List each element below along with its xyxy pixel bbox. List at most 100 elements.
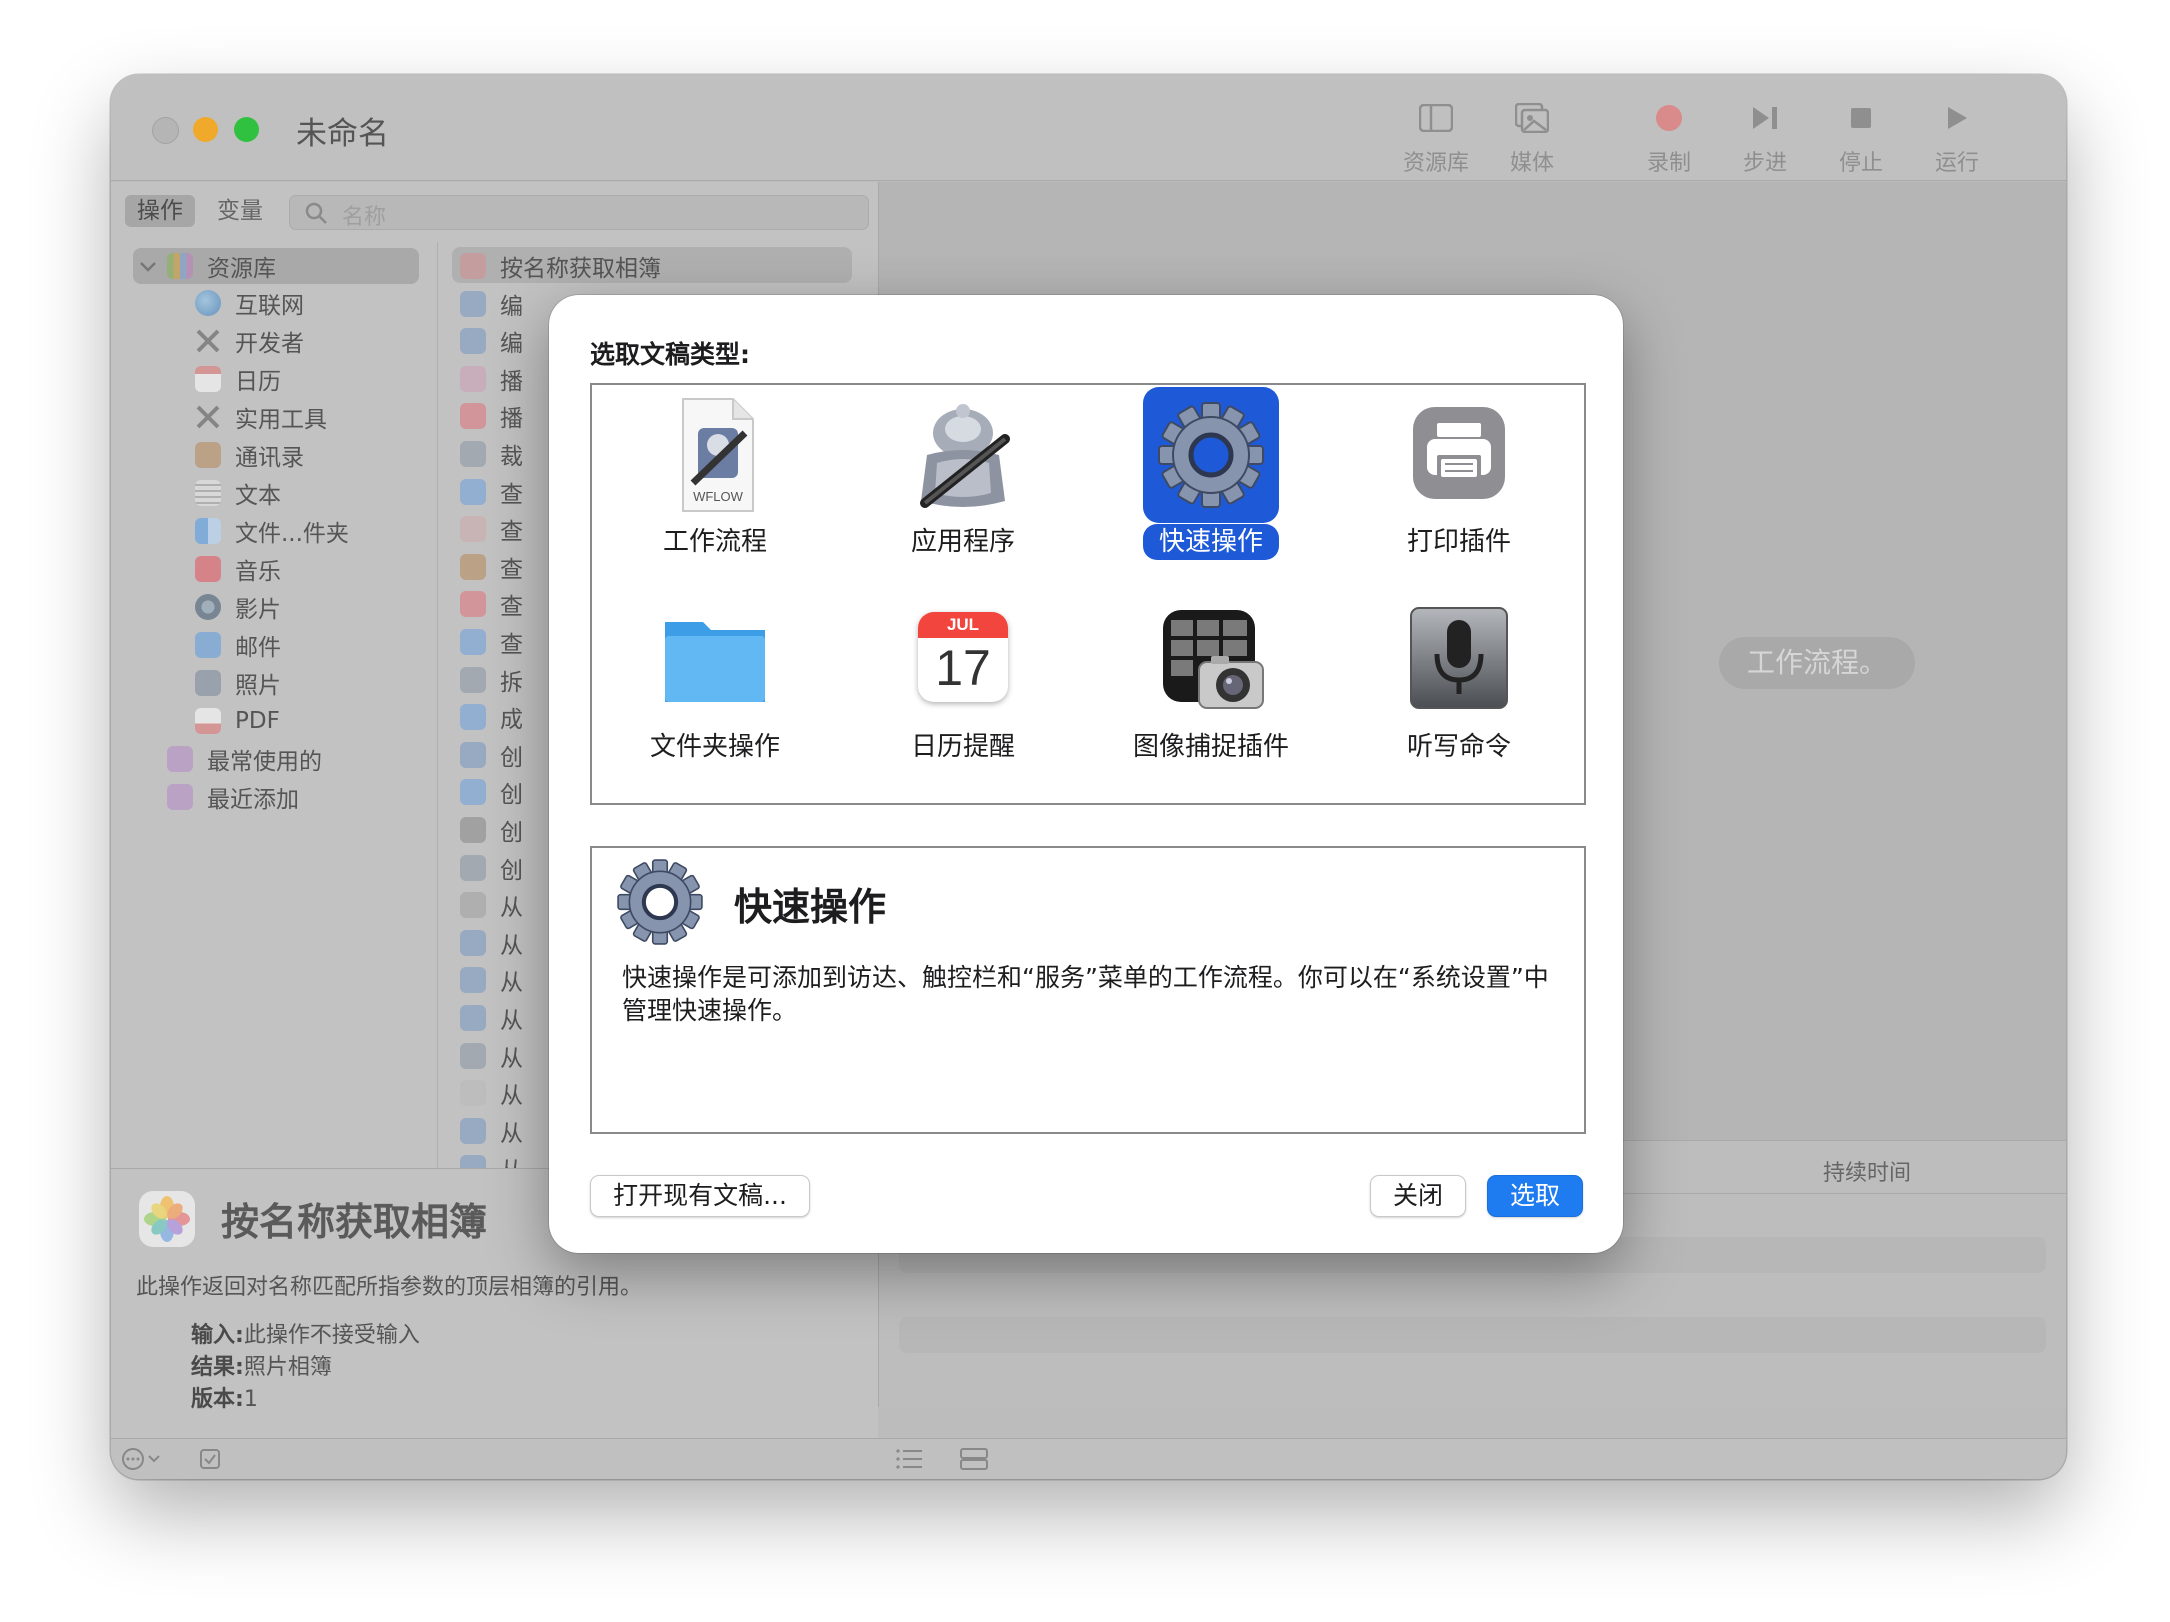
library-root[interactable]: 资源库 [139, 248, 276, 284]
chevron-down-icon [139, 253, 159, 279]
minimize-window-button[interactable] [193, 117, 218, 142]
action-icon [460, 666, 486, 693]
sidebar-item-files-folders[interactable]: 文件...件夹 [195, 513, 349, 549]
action-list-item[interactable]: 裁 [460, 436, 523, 472]
more-options-icon[interactable] [121, 1447, 161, 1475]
action-list-item[interactable]: 播 [460, 361, 523, 397]
action-list-item[interactable]: 从 [460, 925, 523, 961]
type-quick-action[interactable]: 快速操作 [1088, 385, 1334, 575]
action-label: 查 [500, 594, 523, 621]
close-window-button[interactable] [152, 117, 179, 144]
type-detail-title: 快速操作 [734, 885, 887, 929]
action-list-item[interactable]: 查 [460, 474, 523, 510]
close-button[interactable]: 关闭 [1370, 1175, 1466, 1217]
sidebar-item-pdf[interactable]: PDF [195, 703, 280, 739]
action-list-item[interactable]: 按名称获取相簿 [460, 248, 661, 284]
type-calendar-alarm[interactable]: JUL 17 日历提醒 [840, 590, 1086, 780]
zoom-window-button[interactable] [234, 117, 259, 142]
type-label: 听写命令 [1406, 732, 1511, 762]
sidebar-item-label: 最近添加 [207, 787, 299, 813]
action-icon [460, 290, 486, 317]
sidebar-item-recently-added[interactable]: 最近添加 [167, 779, 299, 815]
action-list-item[interactable]: 创 [460, 812, 523, 848]
checkbox-icon[interactable] [199, 1448, 221, 1474]
sidebar-item-utilities[interactable]: 实用工具 [195, 399, 327, 435]
step-toolbar-button[interactable]: 步进 [1724, 99, 1806, 177]
action-label: 编 [500, 331, 523, 358]
media-toolbar-button[interactable]: 媒体 [1491, 99, 1573, 177]
search-field[interactable]: 名称 [289, 195, 869, 230]
list-view-icon[interactable] [895, 1448, 923, 1474]
sidebar-item-music[interactable]: 音乐 [195, 551, 281, 587]
action-list-item[interactable]: 编 [460, 286, 523, 322]
sidebar-item-most-used[interactable]: 最常使用的 [167, 741, 322, 777]
sidebar-item-contacts[interactable]: 通讯录 [195, 437, 304, 473]
sidebar-item-label: 照片 [235, 673, 281, 699]
type-image-capture-plugin[interactable]: 图像捕捉插件 [1088, 590, 1334, 780]
action-list-item[interactable]: 从 [460, 1113, 523, 1149]
gear-icon [610, 852, 710, 952]
sidebar-item-mail[interactable]: 邮件 [195, 627, 281, 663]
action-icon [460, 704, 486, 731]
action-list-item[interactable]: 创 [460, 774, 523, 810]
type-application[interactable]: 应用程序 [840, 385, 1086, 575]
sidebar-item-calendar[interactable]: 日历 [195, 361, 281, 397]
action-list-item[interactable]: 创 [460, 850, 523, 886]
bottom-bar [111, 1438, 2066, 1479]
sidebar-item-label: 文件...件夹 [235, 521, 349, 547]
action-list-item[interactable]: 查 [460, 586, 523, 622]
action-list-item[interactable]: 播 [460, 398, 523, 434]
action-label: 播 [500, 406, 523, 433]
action-description-text: 此操作返回对名称匹配所指参数的顶层相簿的引用。 [136, 1275, 643, 1300]
sidebar-item-photos[interactable]: 照片 [195, 665, 281, 701]
action-list-item[interactable]: 拆 [460, 662, 523, 698]
action-list-item[interactable]: 查 [460, 511, 523, 547]
sidebar-item-developer[interactable]: 开发者 [195, 323, 304, 359]
music-icon [195, 556, 221, 582]
action-list-item[interactable]: 查 [460, 624, 523, 660]
tab-variables[interactable]: 变量 [205, 195, 275, 227]
type-dictation-command[interactable]: 听写命令 [1336, 590, 1582, 780]
type-folder-action[interactable]: 文件夹操作 [592, 590, 838, 780]
sidebar-item-text[interactable]: 文本 [195, 475, 281, 511]
library-toolbar-button[interactable]: 资源库 [1395, 99, 1477, 177]
stop-icon [1820, 99, 1902, 137]
sidebar-item-internet[interactable]: 互联网 [195, 285, 304, 321]
log-duration-column[interactable]: 持续时间 [1823, 1155, 1911, 1187]
open-existing-button[interactable]: 打开现有文稿... [590, 1175, 810, 1217]
record-icon [1628, 99, 1710, 137]
action-list-item[interactable]: 从 [460, 1000, 523, 1036]
choose-button[interactable]: 选取 [1487, 1175, 1583, 1217]
type-print-plugin[interactable]: 打印插件 [1336, 385, 1582, 575]
action-list-item[interactable]: 编 [460, 323, 523, 359]
split-view-icon[interactable] [959, 1447, 989, 1475]
version-label: 版本: [191, 1387, 244, 1412]
action-icon [460, 779, 486, 806]
title-bar: 未命名 资源库 媒体 录制 步进 停止 运行 [111, 75, 2066, 181]
action-list-item[interactable]: 从 [460, 887, 523, 923]
stop-toolbar-button[interactable]: 停止 [1820, 99, 1902, 177]
action-list-item[interactable]: 查 [460, 549, 523, 585]
record-toolbar-button[interactable]: 录制 [1628, 99, 1710, 177]
action-label: 从 [500, 1045, 523, 1072]
action-label: 裁 [500, 444, 523, 470]
type-workflow[interactable]: WFLOW 工作流程 [592, 385, 838, 575]
run-toolbar-label: 运行 [1934, 151, 1979, 176]
sidebar-item-movies[interactable]: 影片 [195, 589, 281, 625]
action-list-item[interactable]: 从 [460, 1075, 523, 1111]
photos-icon [195, 670, 221, 696]
action-list-item[interactable]: 从 [460, 1038, 523, 1074]
tab-actions[interactable]: 操作 [125, 195, 195, 227]
action-list-item[interactable]: 创 [460, 737, 523, 773]
action-list-item[interactable]: 成 [460, 699, 523, 735]
search-icon [304, 201, 328, 229]
sidebar-item-label: 音乐 [235, 559, 281, 585]
action-list-item[interactable]: 从 [460, 962, 523, 998]
media-toolbar-label: 媒体 [1509, 151, 1554, 176]
action-label: 从 [500, 1083, 523, 1110]
action-label: 创 [500, 744, 523, 771]
run-toolbar-button[interactable]: 运行 [1916, 99, 1998, 177]
media-icon [1491, 99, 1573, 137]
smart-folder-icon [167, 784, 193, 810]
sidebar-icon [1395, 99, 1477, 137]
